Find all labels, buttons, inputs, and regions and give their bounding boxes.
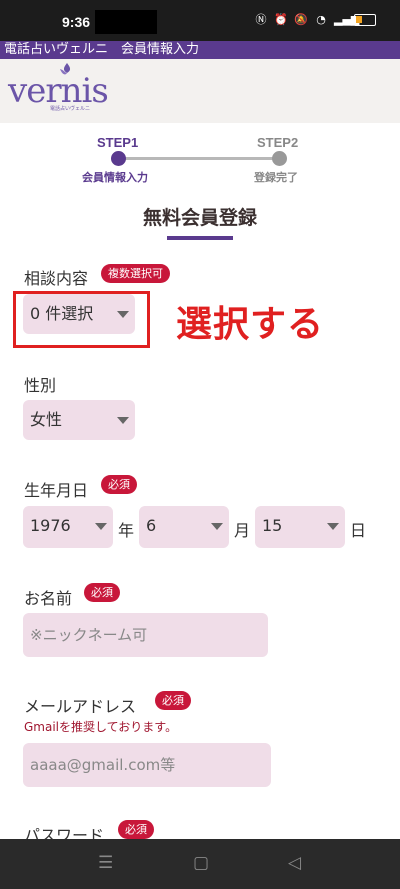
email-placeholder: aaaa@gmail.com等: [30, 756, 176, 774]
password-label: パスワード: [24, 826, 105, 839]
nfc-icon: Ⓝ: [255, 13, 267, 26]
name-input[interactable]: ※ニックネーム可: [23, 613, 268, 657]
gender-select[interactable]: 女性: [23, 400, 135, 440]
consult-label: 相談内容: [24, 269, 89, 288]
home-icon[interactable]: ▢: [193, 853, 209, 873]
birth-label: 生年月日: [24, 481, 89, 500]
password-badge: 必須: [118, 820, 154, 839]
day-unit: 日: [350, 521, 367, 540]
back-icon[interactable]: ◁: [288, 853, 301, 873]
signal-icon: ▂▄▆: [334, 13, 360, 26]
birth-year-select[interactable]: 1976: [23, 506, 113, 548]
birth-day-value: 15: [262, 516, 283, 535]
app-header: 電話占いヴェルニ 会員情報入力: [0, 41, 400, 59]
birth-month-select[interactable]: 6: [139, 506, 229, 548]
status-icons: Ⓝ ⏰ 🔕 ◔ ▂▄▆: [254, 13, 376, 27]
birth-month-value: 6: [146, 516, 157, 535]
step2-sub: 登録完了: [254, 171, 298, 184]
chevron-down-icon: [211, 523, 223, 530]
logo-bar: vernis 電話占いヴェルニ: [0, 59, 400, 123]
redacted-area: [95, 10, 157, 34]
mute-icon: 🔕: [294, 13, 308, 26]
step2-label: STEP2: [257, 135, 299, 150]
gender-label: 性別: [24, 376, 57, 395]
title-underline: [167, 236, 233, 240]
menu-icon[interactable]: ☰: [98, 853, 113, 873]
chevron-down-icon: [117, 417, 129, 424]
name-badge: 必須: [84, 583, 120, 602]
wifi-icon: ◔: [316, 13, 326, 26]
annotation-text: 選択する: [176, 304, 325, 345]
logo-subtitle: 電話占いヴェルニ: [50, 106, 91, 112]
navigation-bar: ☰ ▢ ◁: [0, 839, 400, 889]
email-badge: 必須: [155, 691, 191, 710]
birth-year-value: 1976: [30, 516, 71, 535]
step1-label: STEP1: [97, 135, 139, 150]
step-progress-line: [118, 157, 280, 160]
step1-sub: 会員情報入力: [82, 171, 148, 184]
email-input[interactable]: aaaa@gmail.com等: [23, 743, 271, 787]
alarm-icon: ⏰: [274, 13, 288, 26]
email-helper: Gmailを推奨しております。: [24, 720, 178, 734]
email-label: メールアドレス: [24, 697, 137, 716]
step2-dot: [272, 151, 287, 166]
page-title: 無料会員登録: [142, 207, 257, 229]
month-unit: 月: [234, 521, 251, 540]
name-label: お名前: [24, 589, 73, 608]
consult-badge: 複数選択可: [101, 264, 170, 283]
birth-day-select[interactable]: 15: [255, 506, 345, 548]
year-unit: 年: [118, 521, 135, 540]
registration-form: STEP1 STEP2 会員情報入力 登録完了 無料会員登録 相談内容 複数選択…: [0, 123, 400, 839]
highlight-box: [13, 291, 150, 348]
status-bar: 9:36 Ⓝ ⏰ 🔕 ◔ ▂▄▆: [0, 0, 400, 41]
step1-dot: [111, 151, 126, 166]
birth-badge: 必須: [101, 475, 137, 494]
chevron-down-icon: [327, 523, 339, 530]
name-placeholder: ※ニックネーム可: [30, 626, 148, 644]
chevron-down-icon: [95, 523, 107, 530]
status-time: 9:36: [62, 14, 91, 30]
gender-select-value: 女性: [30, 410, 63, 429]
battery-icon: [354, 14, 376, 26]
